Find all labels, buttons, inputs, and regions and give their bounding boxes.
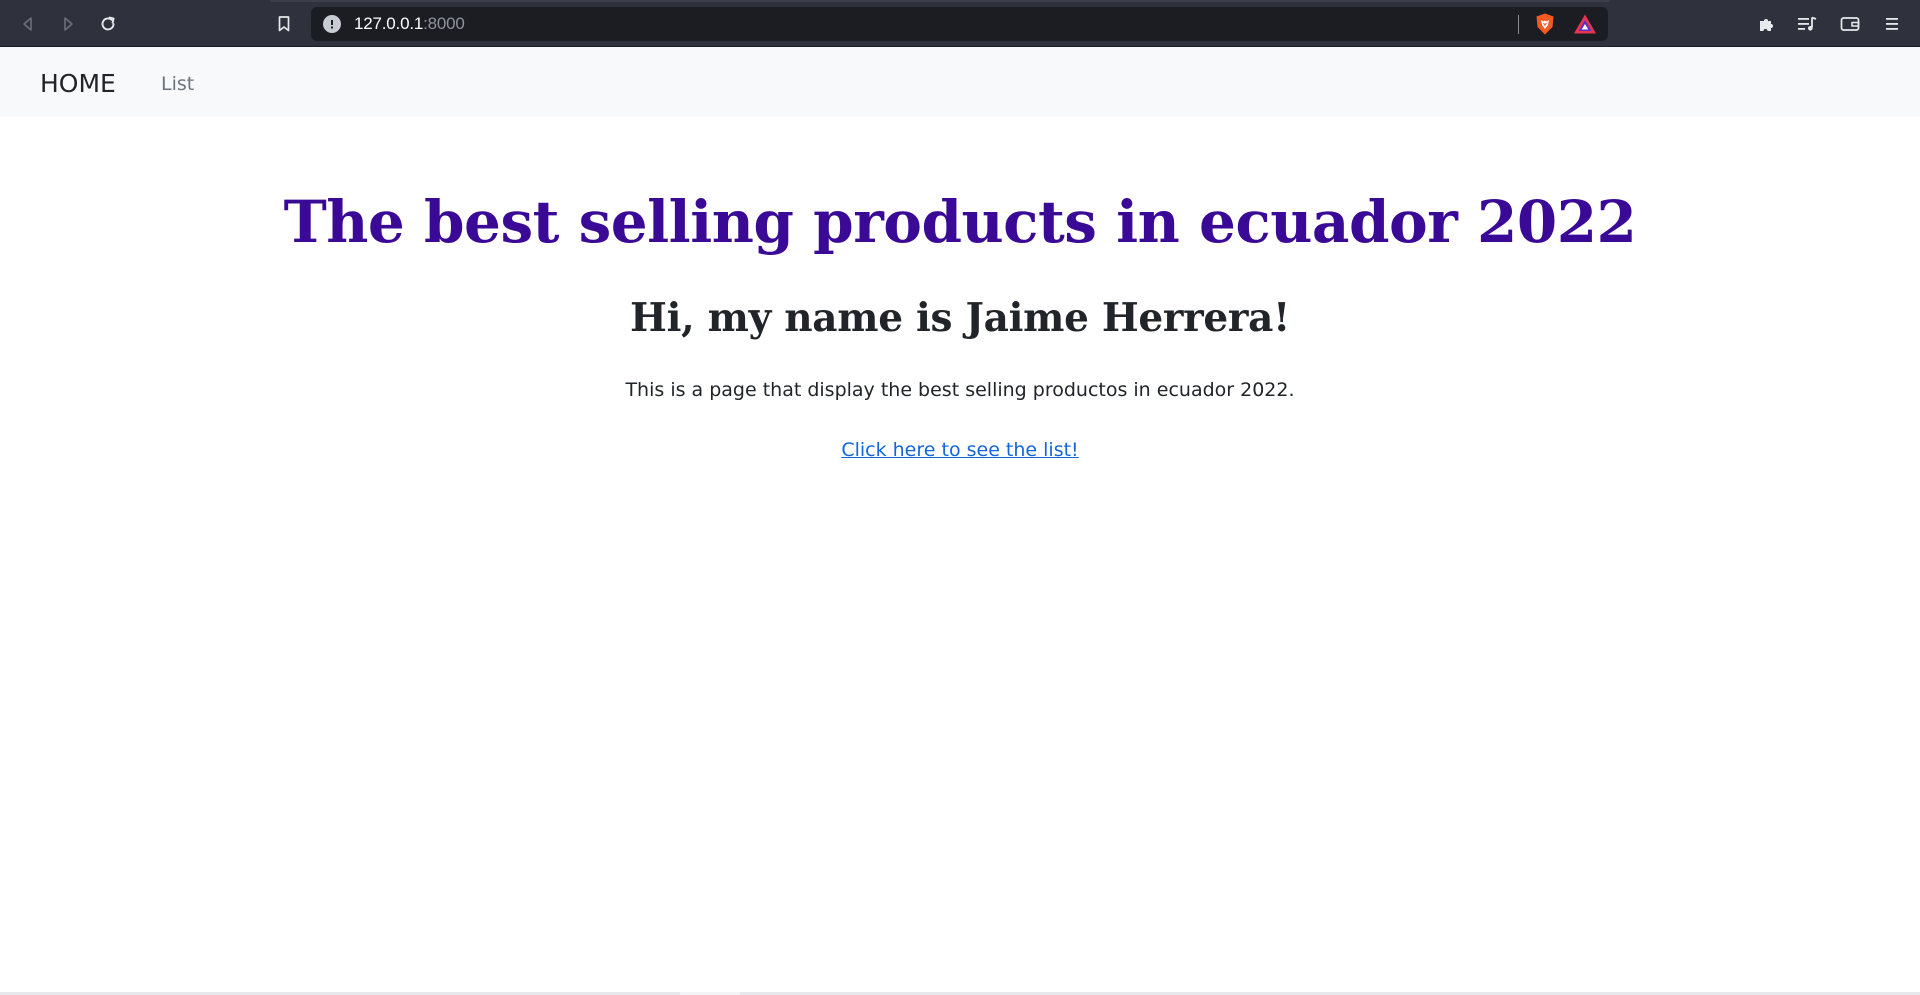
address-bar[interactable]: 127.0.0.1:8000 bbox=[311, 7, 1608, 41]
puzzle-icon bbox=[1759, 18, 1773, 31]
info-icon[interactable] bbox=[323, 15, 341, 33]
forward-button[interactable] bbox=[54, 10, 81, 37]
page-description: This is a page that display the best sel… bbox=[625, 379, 1295, 401]
navbar-brand-home[interactable]: HOME bbox=[40, 69, 116, 99]
tab-strip bbox=[270, 0, 1610, 2]
url-port: :8000 bbox=[423, 14, 465, 33]
nav-link-list[interactable]: List bbox=[161, 72, 194, 96]
browser-toolbar: 127.0.0.1:8000 bbox=[0, 0, 1920, 47]
brave-shield-icon[interactable] bbox=[1533, 12, 1557, 36]
wallet-button[interactable] bbox=[1836, 10, 1863, 37]
site-navbar: HOME List bbox=[0, 47, 1920, 117]
back-arrow-icon bbox=[22, 16, 32, 31]
menu-button[interactable] bbox=[1878, 10, 1905, 37]
hamburger-menu-icon bbox=[1885, 17, 1898, 30]
page-title: The best selling products in ecuador 202… bbox=[283, 188, 1637, 256]
bookmark-icon bbox=[278, 15, 289, 31]
brave-rewards-icon[interactable] bbox=[1573, 13, 1597, 35]
bookmark-button[interactable] bbox=[270, 10, 297, 37]
url-text: 127.0.0.1:8000 bbox=[354, 15, 465, 33]
list-link-container: Click here to see the list! bbox=[0, 437, 1920, 463]
playlist-button[interactable] bbox=[1793, 10, 1820, 37]
back-button[interactable] bbox=[14, 10, 41, 37]
extensions-button[interactable] bbox=[1753, 10, 1780, 37]
see-list-link[interactable]: Click here to see the list! bbox=[841, 439, 1078, 461]
reload-button[interactable] bbox=[94, 10, 121, 37]
wallet-icon bbox=[1840, 16, 1859, 31]
address-bar-divider bbox=[1518, 15, 1519, 34]
page-subtitle: Hi, my name is Jaime Herrera! bbox=[630, 295, 1290, 341]
url-host: 127.0.0.1 bbox=[354, 14, 424, 33]
forward-arrow-icon bbox=[63, 16, 73, 31]
reload-icon bbox=[101, 16, 115, 30]
playlist-icon bbox=[1797, 16, 1816, 31]
